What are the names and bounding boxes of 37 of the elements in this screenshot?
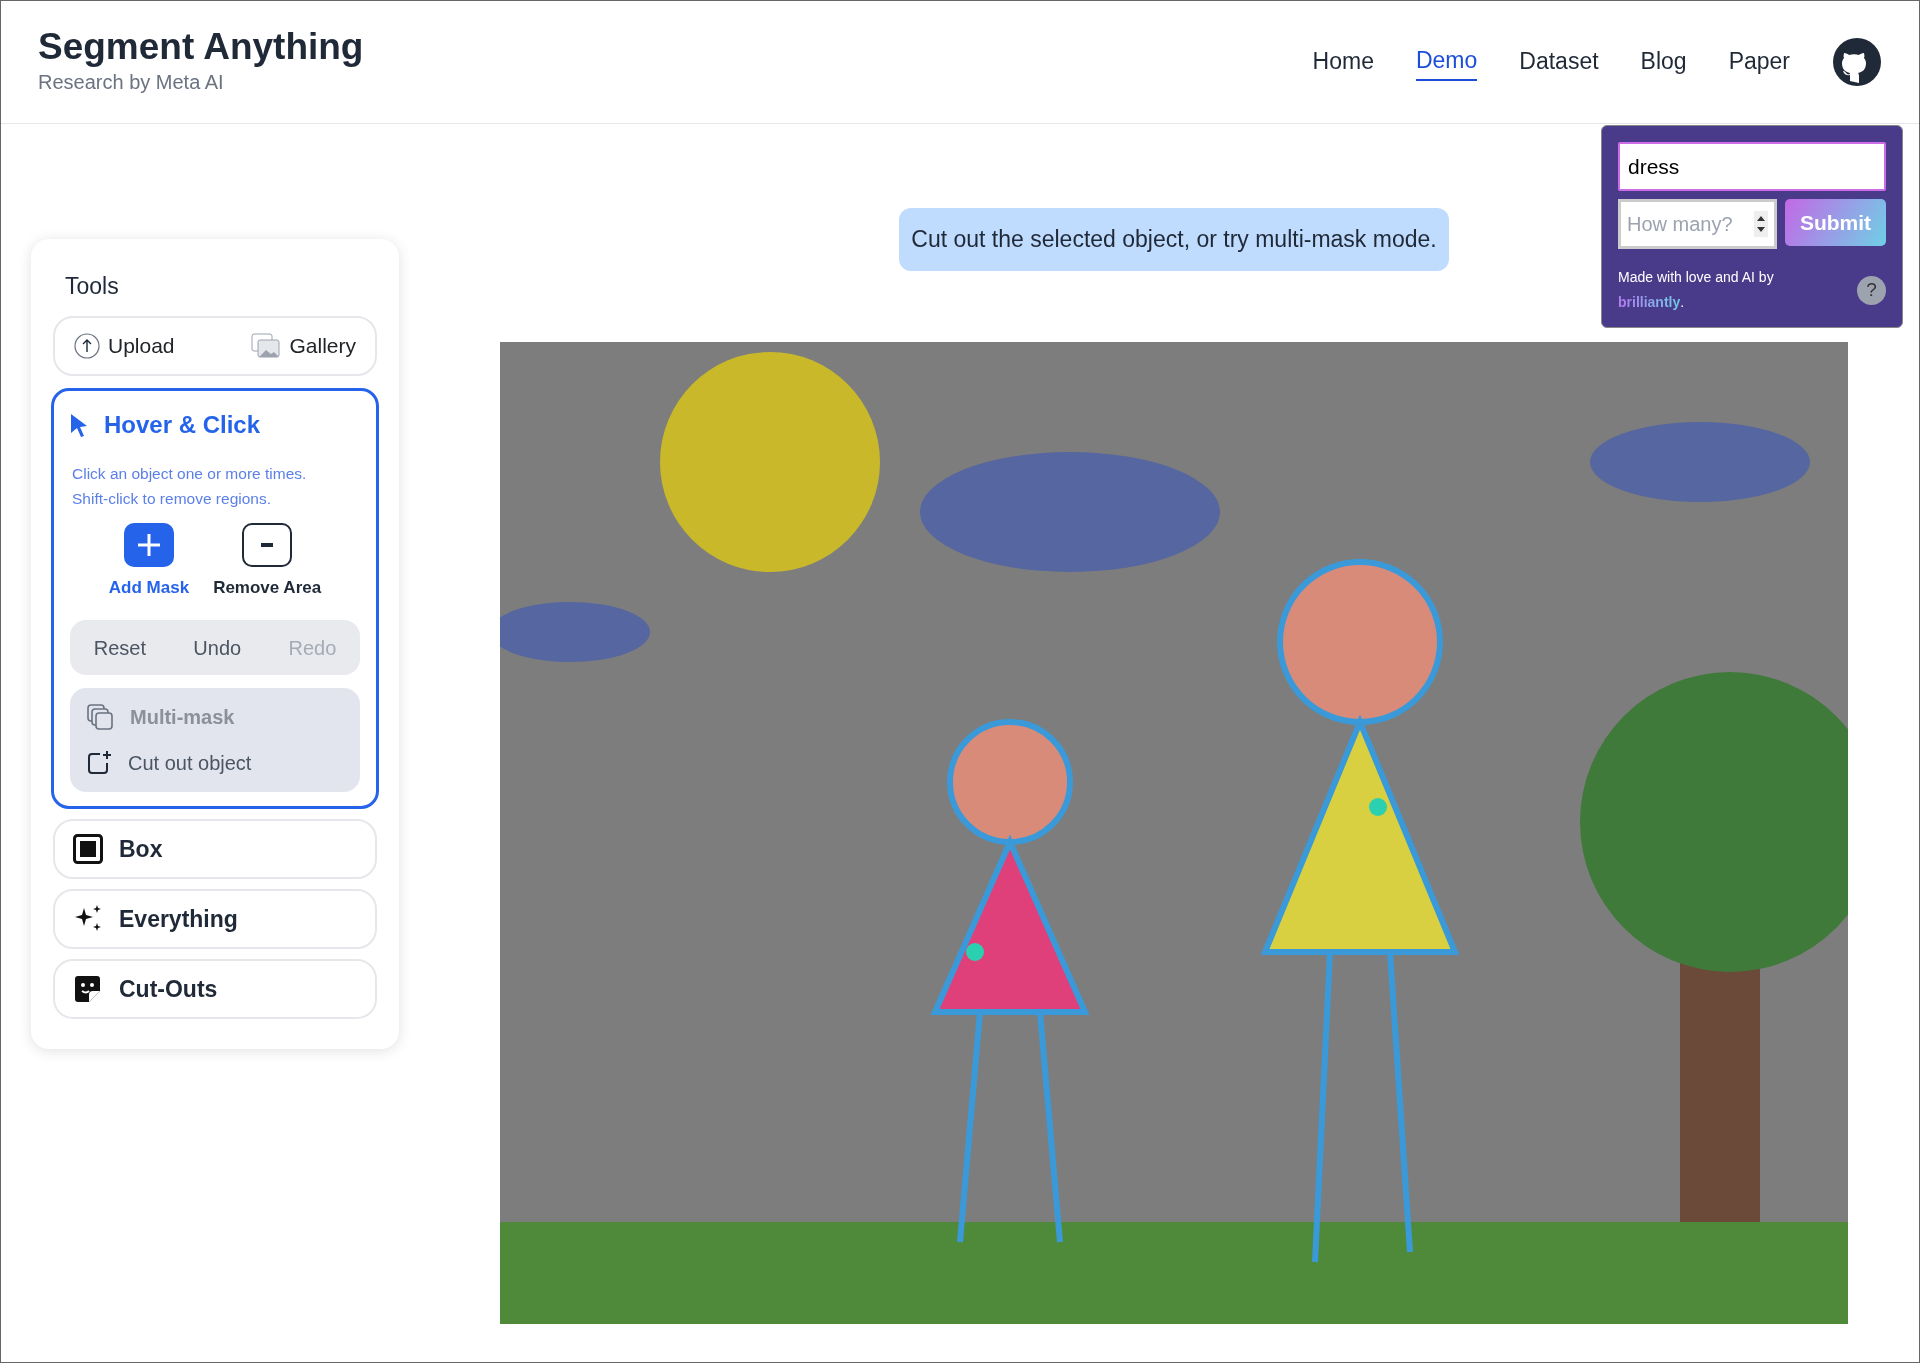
add-square-icon bbox=[86, 750, 112, 776]
stepper-icon[interactable] bbox=[1754, 211, 1768, 237]
mode-title: Hover & Click bbox=[104, 409, 261, 440]
minus-icon bbox=[261, 542, 274, 547]
sticker-icon bbox=[73, 974, 103, 1004]
nav-link[interactable]: Home bbox=[1312, 43, 1374, 81]
images-icon bbox=[251, 332, 282, 359]
history-button[interactable]: Undo bbox=[187, 631, 248, 664]
github-icon[interactable] bbox=[1832, 37, 1882, 87]
query-field[interactable]: dress bbox=[1618, 142, 1886, 191]
nav-link[interactable]: Dataset bbox=[1519, 43, 1599, 81]
nav-link[interactable]: Demo bbox=[1415, 42, 1478, 82]
mode-button[interactable]: Box bbox=[53, 819, 377, 879]
cursor-icon bbox=[70, 412, 88, 437]
cut-out-button[interactable]: Cut out object bbox=[86, 748, 252, 778]
gallery-button[interactable]: Gallery bbox=[250, 328, 357, 363]
stacked-squares-icon bbox=[86, 703, 114, 731]
site-subtitle: Research by Meta AI bbox=[38, 70, 225, 96]
mode-button[interactable]: Cut-Outs bbox=[53, 959, 377, 1019]
hint-banner: Cut out the selected object, or try multi-mask mode. bbox=[899, 208, 1449, 271]
site-title: Segment Anything bbox=[38, 26, 364, 68]
nav-link[interactable]: Blog bbox=[1640, 43, 1687, 81]
remove-area-button[interactable]: Remove Area bbox=[213, 522, 322, 600]
panel-heading: Tools bbox=[65, 272, 120, 301]
upload-button[interactable]: Upload bbox=[73, 328, 176, 363]
help-button[interactable]: ? bbox=[1857, 275, 1886, 305]
instruction-text: Shift-click to remove regions. bbox=[72, 488, 272, 509]
nav-link[interactable]: Paper bbox=[1728, 43, 1790, 81]
square-icon bbox=[73, 834, 103, 864]
mode-button[interactable]: Everything bbox=[53, 889, 377, 949]
history-button[interactable]: Reset bbox=[87, 631, 152, 664]
brand-link[interactable]: brilliantly bbox=[1618, 294, 1681, 310]
plus-icon bbox=[135, 531, 162, 558]
instruction-text: Click an object one or more times. bbox=[72, 463, 308, 484]
upload-icon bbox=[74, 332, 100, 359]
add-mask-button[interactable]: Add Mask bbox=[108, 522, 190, 600]
credit-text: Made with love and AI by brilliantly. bbox=[1618, 268, 1774, 312]
